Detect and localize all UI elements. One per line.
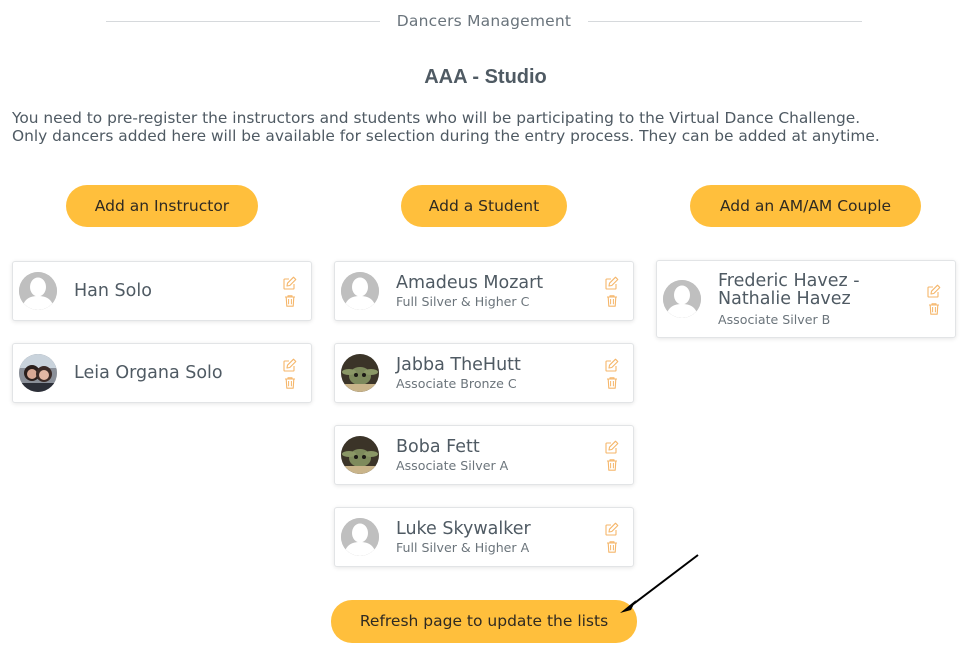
instructor-card: Leia Organa Solo [12, 343, 312, 403]
edit-icon[interactable] [927, 284, 941, 298]
trash-icon[interactable] [283, 376, 297, 390]
edit-icon[interactable] [605, 276, 619, 290]
photo-avatar-icon [341, 436, 379, 474]
section-header: Dancers Management [106, 8, 862, 36]
couple-level: Associate Silver B [718, 312, 831, 327]
student-card: Amadeus Mozart Full Silver & Higher C [334, 261, 634, 321]
edit-icon[interactable] [605, 522, 619, 536]
trash-icon[interactable] [605, 458, 619, 472]
instructor-card: Han Solo [12, 261, 312, 321]
intro-line-1: You need to pre-register the instructors… [12, 109, 861, 127]
add-student-button[interactable]: Add a Student [401, 185, 567, 227]
edit-icon[interactable] [605, 358, 619, 372]
photo-avatar-icon [341, 354, 379, 392]
avatar [341, 354, 379, 392]
add-couple-button[interactable]: Add an AM/AM Couple [690, 185, 921, 227]
student-level: Associate Silver A [396, 458, 509, 473]
intro-line-2: Only dancers added here will be availabl… [12, 127, 880, 145]
student-level: Full Silver & Higher A [396, 540, 530, 555]
avatar [341, 436, 379, 474]
default-avatar-icon [341, 272, 379, 310]
edit-icon[interactable] [283, 276, 297, 290]
avatar [341, 272, 379, 310]
default-avatar-icon [19, 272, 57, 310]
trash-icon[interactable] [927, 302, 941, 316]
instructor-name: Leia Organa Solo [74, 363, 223, 383]
avatar [19, 354, 57, 392]
student-name: Amadeus Mozart [396, 273, 544, 293]
couple-name-line-2: Nathalie Havez [718, 289, 851, 309]
student-card: Boba Fett Associate Silver A [334, 425, 634, 485]
avatar [341, 518, 379, 556]
default-avatar-icon [341, 518, 379, 556]
couple-name-line-1: Frederic Havez - [718, 271, 860, 291]
refresh-button[interactable]: Refresh page to update the lists [331, 600, 637, 643]
photo-avatar-icon [19, 354, 57, 392]
student-name: Luke Skywalker [396, 519, 531, 539]
student-name: Jabba TheHutt [396, 355, 521, 375]
couple-name: Frederic Havez - Nathalie Havez [718, 272, 860, 308]
instructor-name: Han Solo [74, 281, 152, 301]
add-instructor-button[interactable]: Add an Instructor [66, 185, 258, 227]
student-level: Full Silver & Higher C [396, 294, 530, 309]
student-card: Luke Skywalker Full Silver & Higher A [334, 507, 634, 567]
student-level: Associate Bronze C [396, 376, 517, 391]
edit-icon[interactable] [283, 358, 297, 372]
intro-text: You need to pre-register the instructors… [12, 109, 962, 145]
arrow-annotation-icon [620, 554, 699, 613]
trash-icon[interactable] [283, 294, 297, 308]
student-name: Boba Fett [396, 437, 480, 457]
divider-right [588, 21, 862, 22]
trash-icon[interactable] [605, 376, 619, 390]
studio-title: AAA - Studio [424, 66, 547, 88]
trash-icon[interactable] [605, 294, 619, 308]
student-card: Jabba TheHutt Associate Bronze C [334, 343, 634, 403]
couple-card: Frederic Havez - Nathalie Havez Associat… [656, 260, 956, 338]
avatar [19, 272, 57, 310]
edit-icon[interactable] [605, 440, 619, 454]
avatar [663, 280, 701, 318]
default-avatar-icon [663, 280, 701, 318]
